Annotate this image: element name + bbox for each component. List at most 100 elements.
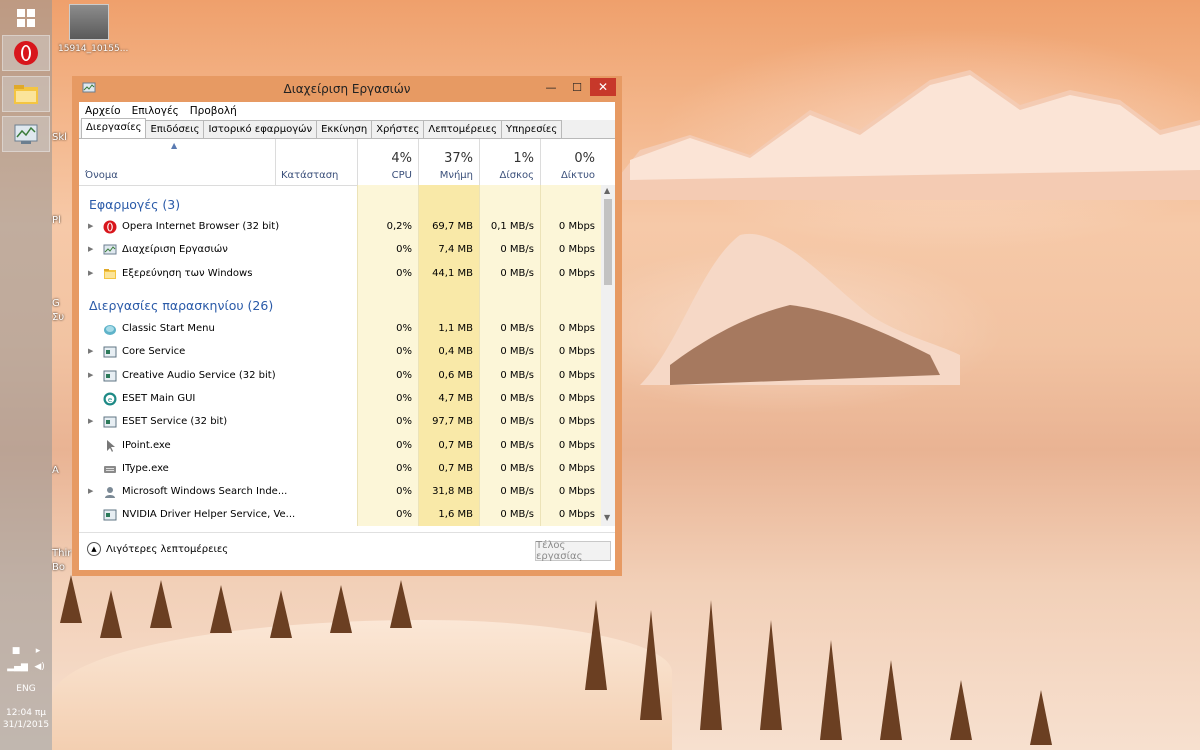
tab-users[interactable]: Χρήστες — [371, 120, 425, 138]
process-disk-value: 0,1 MB/s — [490, 221, 534, 232]
taskbar-task-manager-button[interactable] — [2, 116, 50, 152]
process-net-value: 0 Mbps — [558, 392, 595, 404]
process-net-value: 0 Mbps — [558, 221, 595, 232]
menu-view[interactable]: Προβολή — [190, 105, 237, 117]
column-status[interactable]: Κατάσταση — [275, 139, 357, 185]
expand-arrow-icon[interactable]: ▶ — [88, 371, 93, 379]
keyboard-icon — [103, 462, 117, 476]
column-disk[interactable]: 1% Δίσκος — [479, 139, 540, 185]
taskbar-opera-button[interactable] — [2, 35, 50, 71]
process-cpu-value: 0% — [396, 346, 412, 358]
menu-options[interactable]: Επιλογές — [132, 105, 179, 117]
scrollbar-thumb[interactable] — [604, 199, 612, 285]
process-net-value: 0 Mbps — [558, 346, 595, 358]
fewer-details-button[interactable]: ▲ Λιγότερες λεπτομέρειες — [87, 542, 228, 556]
close-button[interactable]: ✕ — [590, 78, 616, 96]
process-row[interactable]: ▶ Core Service 0% 0,4 MB 0 MB/s 0 Mbps — [79, 341, 601, 364]
chevron-right-icon[interactable]: ▸ — [36, 646, 41, 656]
tree — [100, 590, 122, 638]
process-cpu-value: 0% — [396, 462, 412, 474]
process-name: Microsoft Windows Search Inde... — [122, 486, 288, 498]
column-memory[interactable]: 37% Μνήμη — [418, 139, 479, 185]
tree — [60, 575, 82, 623]
tab-performance[interactable]: Επιδόσεις — [145, 120, 205, 138]
process-row[interactable]: Classic Start Menu 0% 1,1 MB 0 MB/s 0 Mbps — [79, 318, 601, 341]
tab-services[interactable]: Υπηρεσίες — [500, 120, 563, 138]
start-button[interactable] — [2, 0, 50, 36]
snow-slope — [52, 620, 672, 750]
tree — [640, 610, 662, 720]
process-name: Εξερεύνηση των Windows — [122, 267, 253, 279]
task-manager-icon — [103, 243, 117, 257]
clock-time[interactable]: 12:04 πμ — [0, 708, 52, 718]
desktop-label-fragment[interactable]: G — [52, 298, 60, 309]
process-row[interactable]: ▶ Εξερεύνηση των Windows 0% 44,1 MB 0 MB/s 0 … — [79, 263, 601, 286]
expand-arrow-icon[interactable]: ▶ — [88, 347, 93, 355]
maximize-button[interactable]: ☐ — [564, 78, 590, 96]
classic-shell-icon — [103, 322, 117, 336]
process-net-value: 0 Mbps — [558, 509, 595, 521]
end-task-button[interactable]: Τέλος εργασίας — [535, 540, 611, 562]
process-mem-value: 4,7 MB — [438, 392, 473, 404]
desktop-icon-label: 15914_10155... — [58, 44, 129, 54]
process-row[interactable]: NVIDIA Driver Helper Service, Ve... 0% 1,6… — [79, 504, 601, 526]
scroll-up-arrow-icon[interactable]: ▲ — [604, 186, 610, 195]
process-row[interactable]: IPoint.exe 0% 0,7 MB 0 MB/s 0 Mbps — [79, 435, 601, 458]
window-titlebar[interactable]: Διαχείριση Εργασιών — ☐ ✕ — [72, 76, 622, 102]
expand-arrow-icon[interactable]: ▶ — [88, 245, 93, 253]
windows-logo-icon — [17, 9, 35, 27]
process-row[interactable]: ▶ Opera Internet Browser (32 bit) 0,2% 69,7… — [79, 216, 601, 239]
tab-processes[interactable]: Διεργασίες — [81, 118, 147, 138]
minimize-button[interactable]: — — [538, 78, 564, 96]
desktop-label-fragment[interactable]: Α — [52, 465, 59, 476]
window-client: Αρχείο Επιλογές Προβολή Διεργασίες Επιδό… — [79, 102, 615, 570]
expand-arrow-icon[interactable]: ▶ — [88, 269, 93, 277]
desktop-label-fragment[interactable]: Pl — [52, 215, 61, 226]
column-network[interactable]: 0% Δίκτυο — [540, 139, 601, 185]
process-mem-value: 7,4 MB — [438, 244, 473, 256]
expand-arrow-icon[interactable]: ▶ — [88, 417, 93, 425]
service-window-icon — [103, 345, 117, 359]
desktop-label-fragment[interactable]: Συ — [52, 312, 64, 323]
speaker-icon[interactable]: ◀) — [34, 662, 44, 672]
column-name[interactable]: Όνομα — [79, 139, 275, 185]
image-thumbnail-icon — [69, 4, 109, 40]
process-disk-value: 0 MB/s — [500, 416, 534, 428]
expand-arrow-icon[interactable]: ▶ — [88, 487, 93, 495]
process-row[interactable]: ▶ Διαχείριση Εργασιών 0% 7,4 MB 0 MB/s 0 Mbps — [79, 239, 601, 262]
clock-date[interactable]: 31/1/2015 — [0, 720, 52, 730]
desktop-icon-file[interactable]: 15914_10155... — [58, 4, 129, 54]
search-indexer-icon — [103, 485, 117, 499]
process-row[interactable]: ▶ Microsoft Windows Search Inde... 0% 31,8 … — [79, 481, 601, 504]
tab-startup[interactable]: Εκκίνηση — [316, 120, 373, 138]
process-cpu-value: 0% — [396, 323, 412, 334]
menu-file[interactable]: Αρχείο — [85, 105, 121, 117]
taskbar-explorer-button[interactable] — [2, 76, 50, 112]
tab-app-history[interactable]: Ιστορικό εφαρμογών — [203, 120, 318, 138]
process-row[interactable]: IType.exe 0% 0,7 MB 0 MB/s 0 Mbps — [79, 458, 601, 481]
signal-bars-icon[interactable]: ▂▄▆ — [7, 662, 28, 672]
system-tray: ■ ▸ ▂▄▆ ◀) ENG 12:04 πμ 31/1/2015 — [0, 640, 52, 730]
desktop-label-fragment[interactable]: Thir — [52, 548, 71, 559]
tab-details[interactable]: Λεπτομέρειες — [423, 120, 502, 138]
tree — [760, 620, 782, 730]
process-net-value: 0 Mbps — [558, 244, 595, 256]
task-manager-window: Διαχείριση Εργασιών — ☐ ✕ Αρχείο Επιλογέ… — [72, 76, 622, 576]
process-disk-value: 0 MB/s — [500, 509, 534, 521]
column-cpu[interactable]: 4% CPU — [357, 139, 418, 185]
process-net-value: 0 Mbps — [558, 439, 595, 451]
vertical-scrollbar[interactable]: ▲ ▼ — [601, 185, 615, 526]
desktop-label-fragment[interactable]: Bo — [52, 562, 65, 573]
desktop-label-fragment[interactable]: Skl — [52, 132, 67, 143]
process-row[interactable]: e ESET Main GUI 0% 4,7 MB 0 MB/s 0 Mbps — [79, 388, 601, 411]
process-row[interactable]: ▶ Creative Audio Service (32 bit) 0% 0,6 MB… — [79, 365, 601, 388]
input-language[interactable]: ENG — [0, 684, 52, 694]
column-header: ▲ Όνομα Κατάσταση 4% CPU 37% Μνήμη 1% Δί… — [79, 139, 615, 186]
group-header-apps: Εφαρμογές (3) — [89, 197, 181, 212]
service-window-icon — [103, 415, 117, 429]
explorer-folder-icon — [14, 85, 38, 104]
scroll-down-arrow-icon[interactable]: ▼ — [604, 513, 610, 522]
process-row[interactable]: ▶ ESET Service (32 bit) 0% 97,7 MB 0 MB/s 0 M… — [79, 411, 601, 434]
expand-arrow-icon[interactable]: ▶ — [88, 222, 93, 230]
square-icon[interactable]: ■ — [12, 646, 21, 656]
